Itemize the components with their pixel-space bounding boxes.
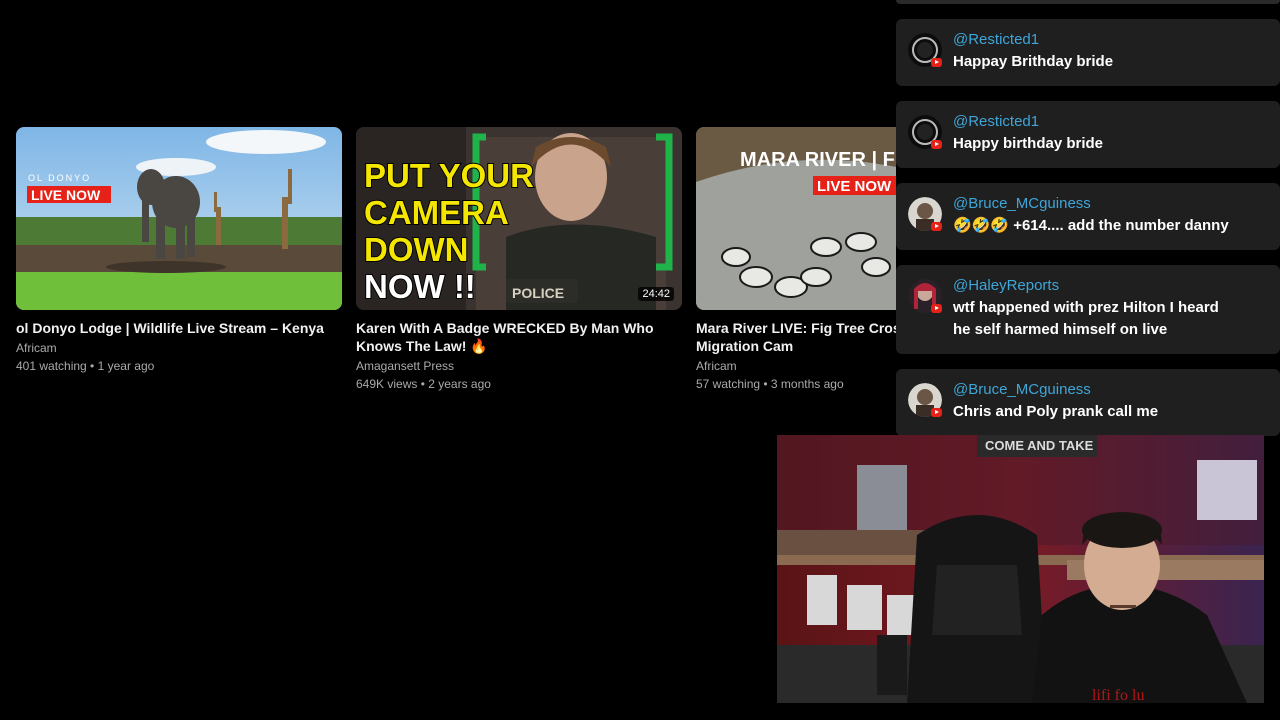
chat-text: 🤣🤣🤣 +614.... add the number danny	[953, 217, 1229, 234]
thumb-live-text: LIVE NOW	[817, 178, 892, 195]
youtube-icon	[931, 222, 942, 231]
svg-text:lifi fo lu: lifi fo lu	[1092, 687, 1144, 703]
thumb-brand-text: OL DONYO	[28, 173, 91, 183]
webcam-feed: COME AND TAKE lifi fo lu	[777, 435, 1264, 703]
chat-message: @Bruce_MCguiness 🤣🤣🤣 +614.... add the nu…	[896, 183, 1280, 250]
chat-username[interactable]: @Bruce_MCguiness	[953, 193, 1268, 215]
video-duration: 24:42	[638, 287, 674, 301]
chat-text: Happay Brithday bride	[953, 53, 1114, 70]
chat-message: @Resticted1 Happay Brithday bride	[896, 19, 1280, 86]
live-chat-overlay: @Resticted1 Happay Brithday bride @Resti…	[896, 0, 1280, 440]
youtube-icon	[931, 408, 942, 417]
thumb-live-text: LIVE NOW	[31, 187, 101, 203]
chat-text: Happy birthday bride	[953, 135, 1104, 152]
chat-message: @Resticted1 Happy birthday bride	[896, 101, 1280, 168]
chat-edge	[896, 0, 1280, 4]
youtube-icon	[931, 304, 942, 313]
thumb-caption-line: DOWN	[364, 231, 468, 268]
video-card[interactable]: OL DONYO LIVE NOW ol Donyo Lodge | Wildl…	[16, 127, 342, 375]
channel-name[interactable]: Amagansett Press	[356, 357, 682, 375]
video-thumbnail[interactable]: OL DONYO LIVE NOW	[16, 127, 342, 310]
thumb-brand-text: MARA RIVER | F	[740, 149, 895, 171]
channel-name[interactable]: Africam	[16, 339, 342, 357]
video-title[interactable]: ol Donyo Lodge | Wildlife Live Stream – …	[16, 319, 342, 337]
video-stats: 401 watching • 1 year ago	[16, 359, 155, 373]
video-title-line[interactable]: Migration Cam	[696, 338, 793, 354]
video-title-line[interactable]: Mara River LIVE: Fig Tree Cros	[696, 320, 901, 336]
thumb-caption-line: PUT YOUR	[364, 157, 534, 194]
thumb-caption-line: CAMERA	[364, 194, 509, 231]
video-thumbnail[interactable]: POLICE PUT YOUR CAMERA DOWN NOW !! 24:42	[356, 127, 682, 310]
chat-username[interactable]: @Resticted1	[953, 111, 1268, 133]
chat-message: @HaleyReports wtf happened with prez Hil…	[896, 265, 1280, 354]
chat-message: @Bruce_MCguiness Chris and Poly prank ca…	[896, 369, 1280, 436]
video-thumbnail[interactable]: MARA RIVER | F LIVE NOW	[696, 127, 896, 310]
video-card[interactable]: POLICE PUT YOUR CAMERA DOWN NOW !! 24:42…	[356, 127, 682, 393]
youtube-icon	[931, 58, 942, 67]
youtube-icon	[931, 140, 942, 149]
video-stats: 649K views • 2 years ago	[356, 377, 491, 391]
thumb-caption-line: NOW !!	[364, 268, 476, 305]
chat-text: Chris and Poly prank call me	[953, 403, 1159, 420]
chat-username[interactable]: @HaleyReports	[953, 275, 1268, 297]
wall-banner-text: COME AND TAKE	[985, 438, 1094, 453]
thumb-patch-text: POLICE	[512, 285, 564, 301]
chat-text: wtf happened with prez Hilton I heard	[953, 299, 1219, 316]
video-title[interactable]: Karen With A Badge WRECKED By Man Who Kn…	[356, 319, 682, 355]
chat-username[interactable]: @Bruce_MCguiness	[953, 379, 1268, 401]
chat-username[interactable]: @Resticted1	[953, 29, 1268, 51]
chat-text: he self harmed himself on live	[953, 321, 1168, 338]
